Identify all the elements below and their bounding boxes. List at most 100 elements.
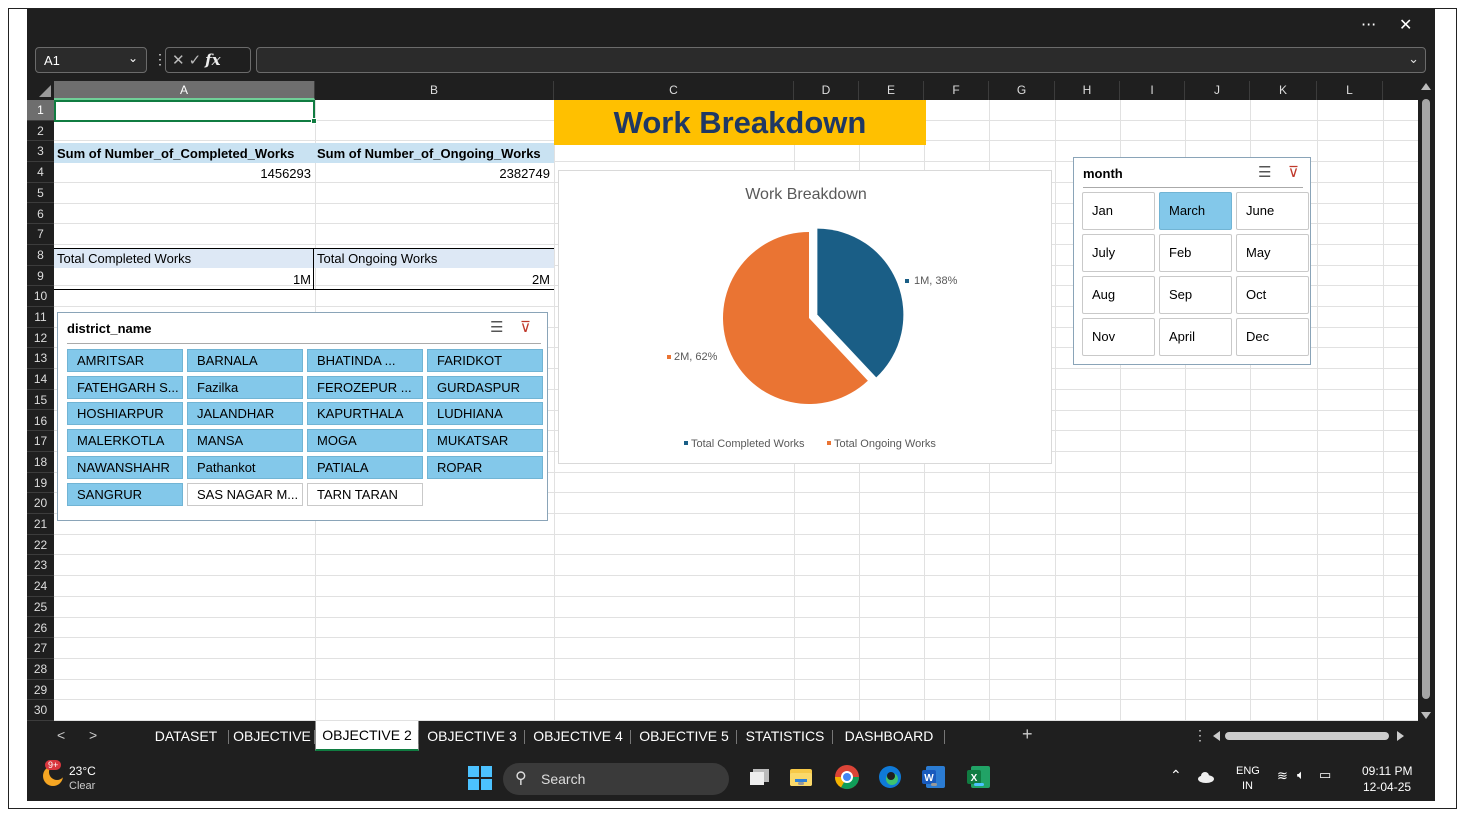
language-line2[interactable]: IN — [1242, 780, 1253, 792]
row-header-2[interactable]: 2 — [27, 120, 54, 142]
row-header-10[interactable]: 10 — [27, 286, 54, 307]
district-button[interactable]: AMRITSAR — [67, 349, 183, 372]
cell-a3[interactable]: Sum of Number_of_Completed_Works — [57, 146, 294, 161]
row-header-14[interactable]: 14 — [27, 369, 54, 390]
row-header-7[interactable]: 7 — [27, 224, 54, 245]
row-header-21[interactable]: 21 — [27, 514, 54, 535]
row-header-3[interactable]: 3 — [27, 141, 54, 163]
district-button[interactable]: HOSHIARPUR — [67, 402, 183, 426]
cells-area[interactable]: Work Breakdown Sum of Number_of_Complete… — [54, 100, 1418, 721]
month-button[interactable]: July — [1082, 234, 1155, 272]
column-header-b[interactable]: B — [315, 81, 554, 100]
fill-handle[interactable] — [311, 118, 317, 124]
cell-a4[interactable]: 1456293 — [54, 166, 311, 181]
column-header-j[interactable]: J — [1185, 81, 1250, 100]
row-header-11[interactable]: 11 — [27, 307, 54, 328]
enter-icon[interactable]: ✓ — [189, 51, 206, 69]
column-header-a[interactable]: A — [54, 81, 315, 100]
month-button[interactable]: Nov — [1082, 318, 1155, 356]
month-button[interactable]: June — [1236, 192, 1309, 230]
row-header-29[interactable]: 29 — [27, 679, 54, 701]
district-button[interactable]: BHATINDA ... — [307, 349, 423, 372]
column-header-i[interactable]: I — [1120, 81, 1185, 100]
insert-function-icon[interactable]: fx — [205, 51, 220, 69]
district-button[interactable]: JALANDHAR — [187, 402, 303, 426]
column-header-l[interactable]: L — [1317, 81, 1383, 100]
scroll-left-icon[interactable] — [1213, 731, 1220, 741]
column-header-d[interactable]: D — [794, 81, 859, 100]
cloud-icon[interactable] — [1197, 770, 1215, 783]
edge-icon[interactable] — [878, 765, 902, 789]
expand-formula-icon[interactable]: ⌄ — [1408, 51, 1419, 67]
sheet-tab[interactable]: OBJECTIVE 4 — [525, 721, 631, 751]
district-button[interactable]: BARNALA — [187, 349, 303, 372]
legend-entry[interactable]: Total Completed Works — [691, 438, 805, 450]
add-sheet-icon[interactable]: + — [1022, 724, 1033, 745]
district-button[interactable]: SANGRUR — [67, 482, 183, 506]
excel-icon[interactable]: X — [967, 765, 991, 789]
district-button[interactable]: LUDHIANA — [427, 402, 543, 426]
scroll-down-icon[interactable] — [1421, 712, 1431, 719]
month-slicer[interactable]: month ☰ ⊽ Jan March June July Feb May Aug Sep Oc… — [1073, 157, 1311, 365]
legend-entry[interactable]: Total Ongoing Works — [834, 438, 936, 450]
volume-icon[interactable]: 🔈︎ — [1297, 767, 1305, 783]
district-button[interactable]: FARIDKOT — [427, 349, 543, 372]
close-icon[interactable]: ✕ — [1399, 15, 1412, 34]
row-header-8[interactable]: 8 — [27, 244, 54, 266]
horizontal-scrollbar[interactable] — [1213, 731, 1405, 741]
file-explorer-icon[interactable] — [789, 766, 813, 788]
row-header-22[interactable]: 22 — [27, 534, 54, 556]
row-header-23[interactable]: 23 — [27, 555, 54, 577]
row-header-4[interactable]: 4 — [27, 162, 54, 183]
row-header-18[interactable]: 18 — [27, 451, 54, 473]
row-header-9[interactable]: 9 — [27, 265, 54, 287]
word-icon[interactable]: W — [922, 765, 946, 789]
select-all-corner[interactable] — [27, 81, 54, 100]
column-header-k[interactable]: K — [1250, 81, 1317, 100]
row-header-12[interactable]: 12 — [27, 327, 54, 349]
month-button[interactable]: Sep — [1159, 276, 1232, 314]
scroll-right-icon[interactable] — [1397, 731, 1404, 741]
district-button[interactable]: MOGA — [307, 429, 423, 453]
district-button[interactable]: ROPAR — [427, 455, 543, 479]
formula-input[interactable]: ⌄ — [256, 47, 1426, 73]
month-button[interactable]: May — [1236, 234, 1309, 272]
row-header-27[interactable]: 27 — [27, 638, 54, 659]
month-button[interactable]: Aug — [1082, 276, 1155, 314]
chevron-up-icon[interactable]: ⌃ — [1170, 767, 1182, 784]
row-header-16[interactable]: 16 — [27, 410, 54, 432]
tab-prev-icon[interactable]: < — [57, 727, 65, 743]
column-header-c[interactable]: C — [554, 81, 794, 100]
month-button[interactable]: Dec — [1236, 318, 1309, 356]
month-button[interactable]: March — [1159, 192, 1232, 230]
column-header-g[interactable]: G — [989, 81, 1055, 100]
district-button[interactable]: PATIALA — [307, 455, 423, 479]
cell-b3[interactable]: Sum of Number_of_Ongoing_Works — [317, 146, 541, 161]
row-header-5[interactable]: 5 — [27, 182, 54, 204]
district-button[interactable]: TARN TARAN — [307, 482, 423, 506]
cell-a8[interactable]: Total Completed Works — [57, 251, 191, 266]
name-box[interactable]: A1 ⌄ — [35, 47, 147, 73]
scroll-thumb[interactable] — [1422, 99, 1430, 699]
tab-next-icon[interactable]: > — [89, 727, 97, 743]
month-button[interactable]: Jan — [1082, 192, 1155, 230]
district-button[interactable]: FEROZEPUR ... — [307, 375, 423, 399]
district-button[interactable]: MALERKOTLA — [67, 429, 183, 453]
chrome-icon[interactable] — [834, 764, 860, 790]
district-button[interactable]: KAPURTHALA — [307, 402, 423, 426]
clear-filter-icon[interactable]: ⊽ — [1288, 163, 1299, 181]
row-header-17[interactable]: 17 — [27, 431, 54, 452]
more-options-icon[interactable]: ··· — [1361, 15, 1376, 34]
multi-select-icon[interactable]: ☰ — [490, 318, 503, 336]
row-header-26[interactable]: 26 — [27, 617, 54, 639]
h-scroll-thumb[interactable] — [1225, 732, 1389, 740]
cell-a9[interactable]: 1M — [54, 272, 311, 287]
clock-date[interactable]: 12-04-25 — [1363, 780, 1411, 794]
selected-cell-a1[interactable] — [54, 100, 315, 122]
district-button[interactable]: SAS NAGAR M... — [187, 482, 303, 506]
district-button[interactable]: GURDASPUR — [427, 375, 543, 399]
row-header-19[interactable]: 19 — [27, 472, 54, 494]
weather-desc[interactable]: Clear — [69, 780, 95, 792]
column-header-f[interactable]: F — [924, 81, 989, 100]
battery-icon[interactable]: ▭ — [1319, 767, 1331, 783]
